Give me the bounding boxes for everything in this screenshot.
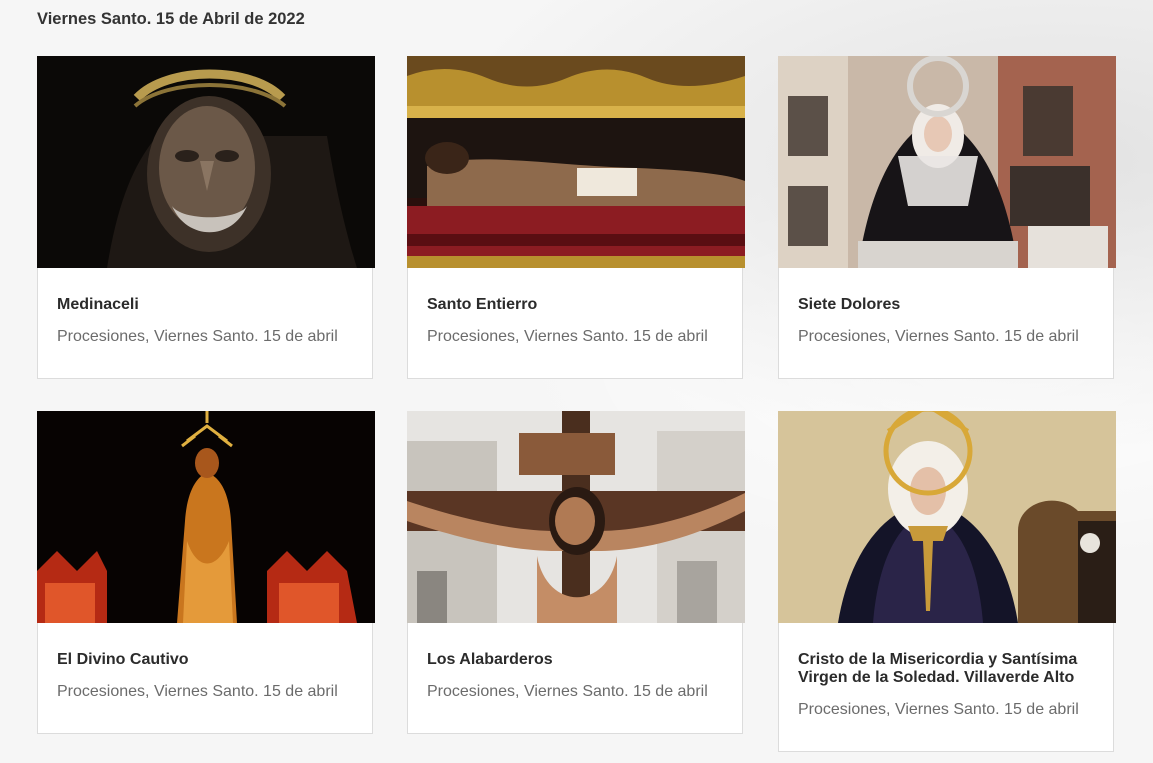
- card-title[interactable]: Santo Entierro: [427, 296, 722, 314]
- divino-cautivo-photo: [37, 411, 375, 623]
- card-category: Procesiones, Viernes Santo. 15 de abril: [798, 701, 1079, 718]
- card-image-link[interactable]: [37, 411, 375, 623]
- card-category: Procesiones, Viernes Santo. 15 de abril: [427, 328, 708, 345]
- cristo-misericordia-photo: [778, 411, 1116, 623]
- section-title: Viernes Santo. 15 de Abril de 2022: [37, 10, 305, 28]
- procession-card-divino-cautivo[interactable]: El Divino Cautivo Procesiones, Viernes S…: [37, 411, 375, 734]
- procession-card-medinaceli[interactable]: Medinaceli Procesiones, Viernes Santo. 1…: [37, 56, 375, 379]
- card-title[interactable]: Los Alabarderos: [427, 651, 722, 669]
- alabarderos-photo: [407, 411, 745, 623]
- procession-card-siete-dolores[interactable]: Siete Dolores Procesiones, Viernes Santo…: [778, 56, 1116, 379]
- siete-dolores-photo: [778, 56, 1116, 268]
- card-title[interactable]: Cristo de la Misericordia y Santísima Vi…: [798, 651, 1093, 687]
- card-category: Procesiones, Viernes Santo. 15 de abril: [798, 328, 1079, 345]
- card-image-link[interactable]: [778, 56, 1116, 268]
- card-image-link[interactable]: [407, 56, 745, 268]
- card-title[interactable]: Siete Dolores: [798, 296, 1093, 314]
- card-title[interactable]: Medinaceli: [57, 296, 352, 314]
- card-title[interactable]: El Divino Cautivo: [57, 651, 352, 669]
- santo-entierro-photo: [407, 56, 745, 268]
- procession-card-alabarderos[interactable]: Los Alabarderos Procesiones, Viernes San…: [407, 411, 745, 734]
- medinaceli-photo: [37, 56, 375, 268]
- procession-card-santo-entierro[interactable]: Santo Entierro Procesiones, Viernes Sant…: [407, 56, 745, 379]
- card-image-link[interactable]: [778, 411, 1116, 623]
- procession-card-cristo-misericordia[interactable]: Cristo de la Misericordia y Santísima Vi…: [778, 411, 1116, 752]
- card-image-link[interactable]: [407, 411, 745, 623]
- card-image-link[interactable]: [37, 56, 375, 268]
- card-category: Procesiones, Viernes Santo. 15 de abril: [57, 683, 338, 700]
- card-category: Procesiones, Viernes Santo. 15 de abril: [57, 328, 338, 345]
- card-category: Procesiones, Viernes Santo. 15 de abril: [427, 683, 708, 700]
